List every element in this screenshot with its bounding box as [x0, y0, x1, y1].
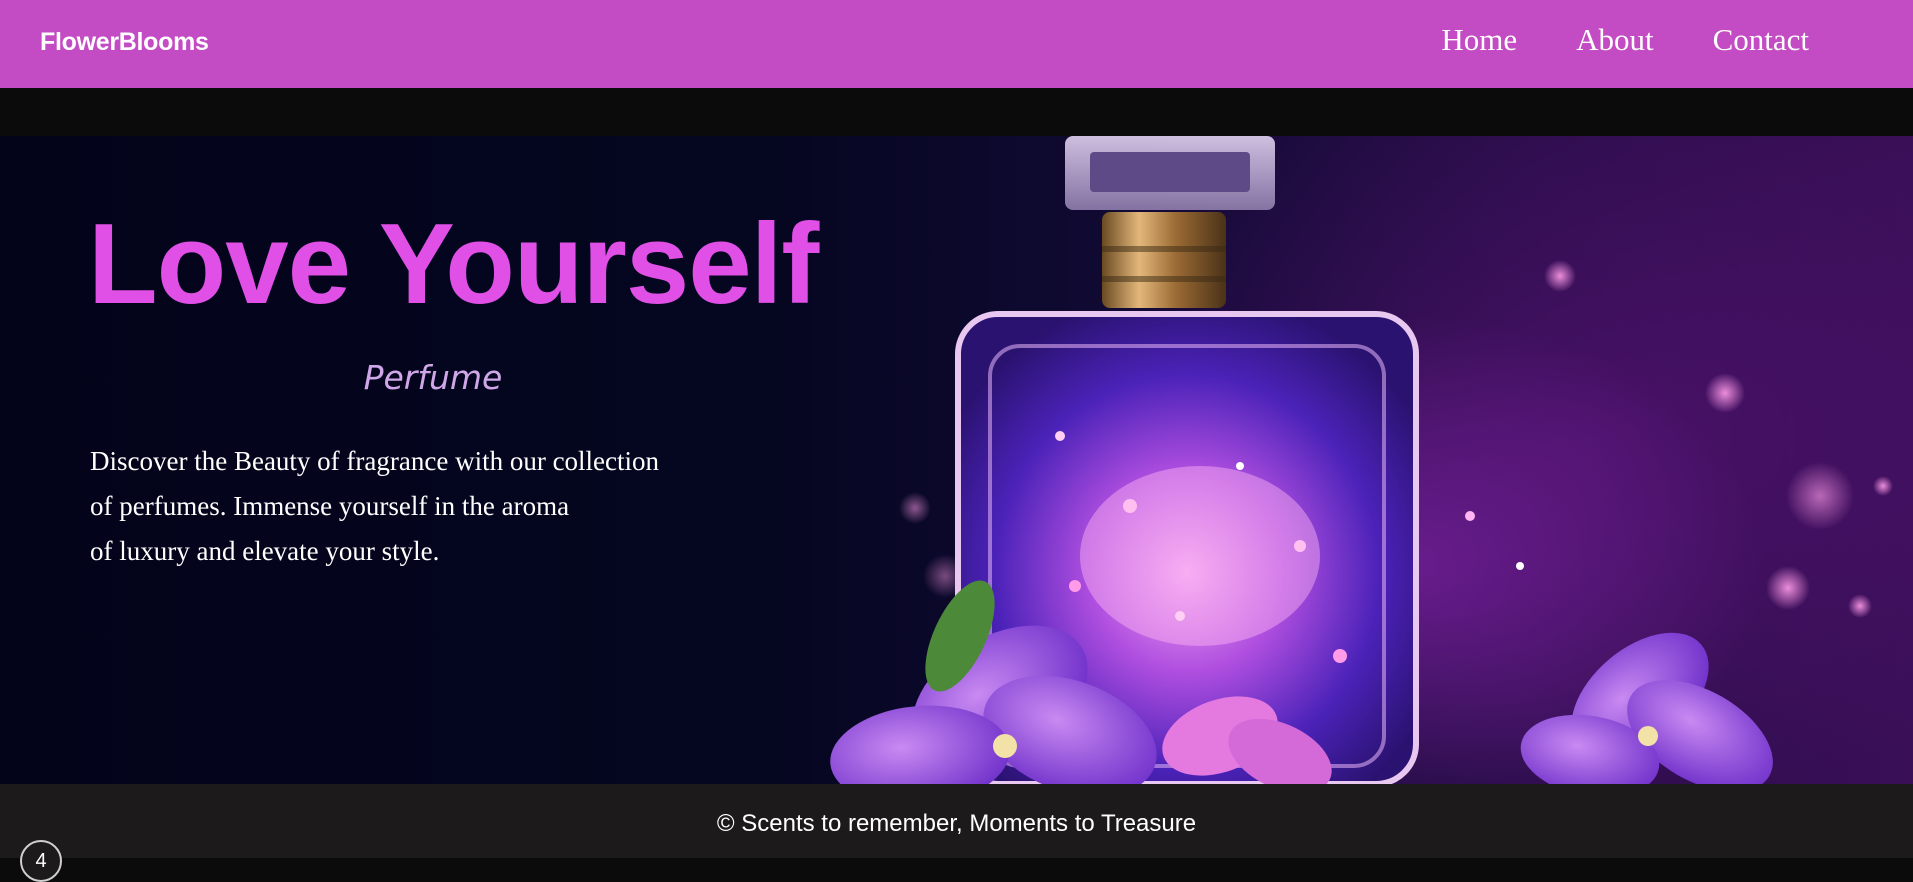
navbar: FlowerBlooms Home About Contact [0, 0, 1913, 88]
brand-logo[interactable]: FlowerBlooms [40, 28, 209, 57]
hero-subtitle: Perfume [363, 358, 503, 397]
footer-copyright: © Scents to remember, Moments to Treasur… [716, 810, 1197, 837]
hero-section: Love Yourself Perfume Discover the Beaut… [0, 136, 1913, 784]
nav-links: Home About Contact [1382, 22, 1809, 58]
scroll-badge[interactable]: 4 [20, 840, 62, 882]
hero-description-line: of luxury and elevate your style. [90, 536, 440, 566]
top-band [0, 88, 1913, 136]
footer: © Scents to remember, Moments to Treasur… [0, 784, 1913, 858]
hero-description-line: Discover the Beauty of fragrance with ou… [90, 446, 660, 476]
hero-title: Love Yourself [88, 201, 819, 328]
nav-link-about[interactable]: About [1576, 22, 1654, 58]
nav-link-contact[interactable]: Contact [1713, 22, 1809, 58]
nav-link-home[interactable]: Home [1441, 22, 1517, 58]
perfume-bottle-image [830, 136, 1893, 784]
hero-description-line: of perfumes. Immense yourself in the aro… [90, 491, 570, 521]
hero-description: Discover the Beauty of fragrance with ou… [90, 439, 770, 574]
flower-right [1520, 632, 1773, 784]
